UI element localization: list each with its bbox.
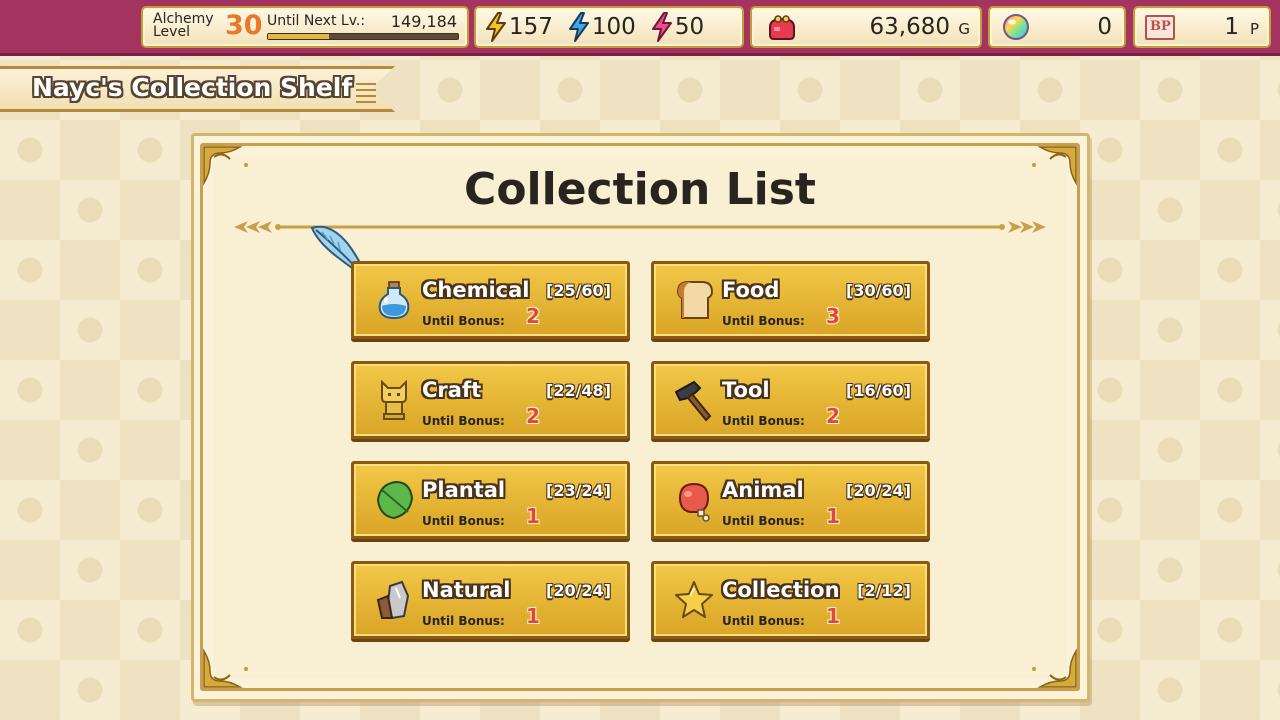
category-count: [30/60] xyxy=(846,281,911,300)
category-count: [25/60] xyxy=(546,281,611,300)
stamina-box: 157 100 50 xyxy=(474,6,744,48)
until-bonus-label: Until Bonus: xyxy=(722,414,805,428)
category-card-natural[interactable]: Natural [20/24] Until Bonus: 1 xyxy=(351,561,630,639)
stamina-blue-value: 100 xyxy=(591,14,636,40)
potion-icon xyxy=(378,281,410,320)
category-count: [16/60] xyxy=(846,381,911,400)
xp-progress-fill xyxy=(268,34,329,39)
until-bonus-value: 1 xyxy=(826,604,840,628)
next-level-label: Until Next Lv.: xyxy=(267,13,366,29)
shelf-title: Nayc's Collection Shelf xyxy=(32,73,353,102)
category-name: Food xyxy=(722,278,780,302)
until-bonus-label: Until Bonus: xyxy=(722,314,805,328)
gold-unit: G xyxy=(958,20,970,38)
category-card-food[interactable]: Food [30/60] Until Bonus: 3 xyxy=(651,261,930,339)
rainbow-gem-icon xyxy=(1003,14,1029,40)
gem-box: 0 xyxy=(988,6,1126,48)
category-count: [20/24] xyxy=(846,481,911,500)
category-name: Animal xyxy=(722,478,804,502)
corner-ornament-icon xyxy=(1032,648,1077,688)
category-count: [2/12] xyxy=(857,581,911,600)
category-name: Natural xyxy=(422,578,511,602)
bp-value: 1 xyxy=(1224,14,1239,40)
category-name: Craft xyxy=(422,378,482,402)
category-card-collection[interactable]: Collection [2/12] Until Bonus: 1 xyxy=(651,561,930,639)
until-bonus-label: Until Bonus: xyxy=(722,614,805,628)
gold-value: 63,680 xyxy=(869,14,950,40)
category-name: Collection xyxy=(722,578,840,602)
meat-icon xyxy=(678,482,710,522)
until-bonus-value: 2 xyxy=(826,404,840,428)
xp-progress-bar xyxy=(267,33,459,40)
bp-unit: P xyxy=(1249,20,1259,38)
corner-ornament-icon xyxy=(203,648,248,688)
lightning-blue-icon xyxy=(568,12,589,42)
alchemy-level-box: Alchemy Level 30 Until Next Lv.: 149,184 xyxy=(141,6,469,48)
bp-icon-text: BP xyxy=(1150,19,1171,34)
until-bonus-value: 2 xyxy=(526,404,540,428)
category-card-tool[interactable]: Tool [16/60] Until Bonus: 2 xyxy=(651,361,930,439)
cat-figurine-icon xyxy=(381,379,407,420)
category-count: [20/24] xyxy=(546,581,611,600)
gold-box: 63,680 G xyxy=(750,6,982,48)
lightning-yellow-icon xyxy=(486,12,506,42)
star-icon xyxy=(675,581,713,618)
alchemy-level-value: 30 xyxy=(225,10,263,41)
until-bonus-label: Until Bonus: xyxy=(422,314,505,328)
until-bonus-label: Until Bonus: xyxy=(722,514,805,528)
stone-icon xyxy=(376,580,410,620)
category-name: Chemical xyxy=(422,278,530,302)
category-card-craft[interactable]: Craft [22/48] Until Bonus: 2 xyxy=(351,361,630,439)
category-card-animal[interactable]: Animal [20/24] Until Bonus: 1 xyxy=(651,461,930,539)
stamina-pink: 50 xyxy=(650,12,704,42)
category-count: [22/48] xyxy=(546,381,611,400)
category-count: [23/24] xyxy=(546,481,611,500)
until-bonus-label: Until Bonus: xyxy=(422,514,505,528)
alchemy-level-label: Alchemy Level xyxy=(153,11,214,40)
gem-value: 0 xyxy=(1097,14,1112,40)
bp-icon: BP xyxy=(1145,15,1175,40)
stamina-yellow: 157 xyxy=(484,12,553,42)
bread-icon xyxy=(676,281,714,319)
until-bonus-value: 2 xyxy=(526,304,540,328)
panel-title: Collection List xyxy=(464,164,816,215)
bp-box: BP 1 P xyxy=(1133,6,1271,48)
next-level-value: 149,184 xyxy=(390,12,457,31)
until-bonus-value: 1 xyxy=(526,504,540,528)
category-card-chemical[interactable]: Chemical [25/60] Until Bonus: 2 xyxy=(351,261,630,339)
stamina-yellow-value: 157 xyxy=(509,14,553,40)
ribbon-stripes-decoration xyxy=(356,83,376,103)
until-bonus-label: Until Bonus: xyxy=(422,614,505,628)
category-name: Plantal xyxy=(422,478,506,502)
stamina-blue: 100 xyxy=(567,12,636,42)
until-bonus-value: 3 xyxy=(826,304,840,328)
until-bonus-value: 1 xyxy=(826,504,840,528)
hammer-icon xyxy=(674,380,712,422)
stamina-pink-value: 50 xyxy=(674,14,705,40)
category-name: Tool xyxy=(722,378,770,402)
coin-purse-icon xyxy=(769,15,795,40)
until-bonus-value: 1 xyxy=(526,604,540,628)
category-card-plantal[interactable]: Plantal [23/24] Until Bonus: 1 xyxy=(351,461,630,539)
leaf-icon xyxy=(376,480,414,520)
until-bonus-label: Until Bonus: xyxy=(422,414,505,428)
lightning-pink-icon xyxy=(651,12,672,42)
top-status-bar: Alchemy Level 30 Until Next Lv.: 149,184… xyxy=(0,0,1280,56)
